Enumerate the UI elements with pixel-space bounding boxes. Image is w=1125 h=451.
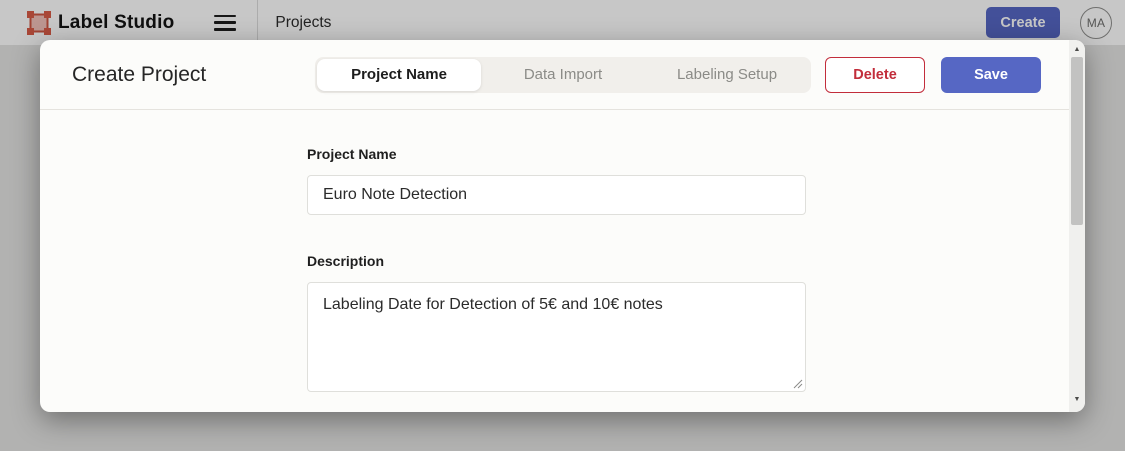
project-name-label: Project Name <box>307 146 1085 162</box>
tab-project-name[interactable]: Project Name <box>317 59 481 91</box>
scroll-up-icon[interactable]: ▲ <box>1069 42 1085 58</box>
modal-header: Create Project Project Name Data Import … <box>40 40 1085 110</box>
scroll-down-icon[interactable]: ▼ <box>1069 392 1085 408</box>
save-button[interactable]: Save <box>941 57 1041 93</box>
resize-handle-icon[interactable] <box>792 378 803 389</box>
tab-labeling-setup[interactable]: Labeling Setup <box>645 59 809 91</box>
create-project-modal: Create Project Project Name Data Import … <box>40 40 1085 412</box>
scrollbar-thumb[interactable] <box>1071 57 1083 225</box>
project-name-input[interactable] <box>307 175 806 215</box>
modal-scrollbar[interactable]: ▲ ▼ <box>1069 40 1085 412</box>
modal-body: Project Name Description Labeling Date f… <box>40 110 1085 392</box>
wizard-tabs: Project Name Data Import Labeling Setup <box>315 57 811 93</box>
description-textarea[interactable]: Labeling Date for Detection of 5€ and 10… <box>307 282 806 392</box>
tab-data-import[interactable]: Data Import <box>481 59 645 91</box>
description-label: Description <box>307 253 1085 269</box>
modal-title: Create Project <box>72 63 206 87</box>
delete-button[interactable]: Delete <box>825 57 925 93</box>
description-textarea-wrap: Labeling Date for Detection of 5€ and 10… <box>307 282 806 392</box>
